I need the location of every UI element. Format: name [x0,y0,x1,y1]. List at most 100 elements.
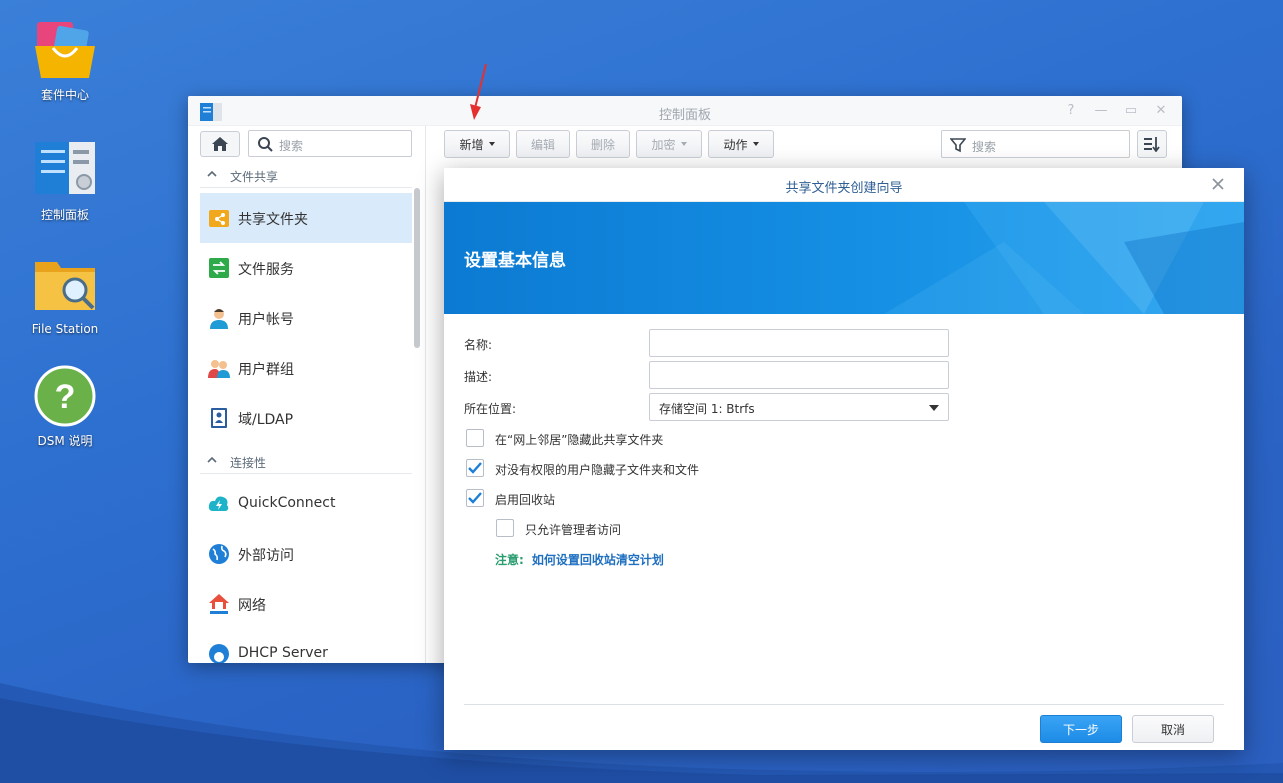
control-panel-titlebar[interactable]: 控制面板 ? — ▭ ✕ [188,96,1182,126]
edit-label: 编辑 [530,137,555,152]
desktop-icon-label: File Station [31,322,99,336]
svg-text:?: ? [55,378,76,416]
sidebar-item-user[interactable]: 用户帐号 [200,293,412,343]
action-button[interactable]: 动作 [708,130,774,158]
sidebar-item-label: 外部访问 [238,548,294,564]
footer-divider [464,704,1224,705]
control-panel-icon [33,138,97,202]
sidebar-item-external-access[interactable]: 外部访问 [200,529,412,579]
wizard-banner: 设置基本信息 [444,202,1244,314]
location-label: 所在位置: [464,402,517,416]
delete-label: 删除 [590,137,615,152]
user-icon [210,309,228,329]
sidebar-item-label: DHCP Server [238,645,328,661]
option-label: 启用回收站 [495,493,556,507]
recycle-bin-note: 注意: 如何设置回收站清空计划 [495,551,664,568]
filter-icon [950,138,966,153]
sidebar-item-group[interactable]: 用户群组 [200,343,412,393]
sidebar-item-domain-ldap[interactable]: 域/LDAP [200,393,412,443]
desktop-icon-file-station[interactable]: File Station [15,254,115,336]
checkbox[interactable] [466,489,484,507]
dropdown-arrow-icon [929,405,939,411]
sidebar-item-dhcp-server[interactable]: DHCP Server [200,629,412,663]
section-label: 连接性 [230,456,267,470]
toolbar-search-input[interactable]: 搜索 [941,130,1130,158]
sidebar-item-label: 共享文件夹 [238,212,308,228]
location-value: 存储空间 1: Btrfs [659,402,755,416]
desktop-icon-package-center[interactable]: 套件中心 [15,18,115,103]
checkbox[interactable] [466,459,484,477]
help-button[interactable]: ? [1064,103,1078,118]
minimize-button[interactable]: — [1094,103,1108,118]
caret-down-icon [752,142,759,146]
window-title: 控制面板 [658,108,711,123]
action-label: 动作 [723,137,748,152]
desktop-icon-label: 套件中心 [40,88,89,102]
close-icon[interactable] [1210,176,1226,192]
delete-button[interactable]: 删除 [576,130,630,158]
checkmark-icon [468,492,482,504]
shared-folder-wizard-dialog: 共享文件夹创建向导 设置基本信息 名称: 描述: 所在位置: 存储空间 1: B… [444,168,1244,750]
next-button[interactable]: 下一步 [1040,715,1122,743]
sort-button[interactable] [1137,130,1167,158]
search-icon [258,137,273,152]
sidebar-item-label: 域/LDAP [238,412,294,428]
shared-folder-icon [209,210,229,227]
desktop-icon-control-panel[interactable]: 控制面板 [15,138,115,223]
note-key: 注意: [495,553,524,567]
sidebar-item-quickconnect[interactable]: QuickConnect [200,479,412,529]
encrypt-label: 加密 [651,137,676,152]
description-field[interactable] [649,361,949,389]
caret-down-icon [680,142,687,146]
sidebar-search-input[interactable]: 搜索 [248,130,412,157]
sidebar-item-file-services[interactable]: 文件服务 [200,243,412,293]
option-label: 对没有权限的用户隐藏子文件夹和文件 [495,463,700,477]
cancel-button[interactable]: 取消 [1132,715,1214,743]
desktop-icon-dsm-help[interactable]: ? DSM 说明 [15,364,115,449]
sidebar-item-label: 网络 [238,598,266,614]
chevron-up-icon [207,456,217,463]
checkbox[interactable] [496,519,514,537]
group-icon [208,360,230,378]
sidebar-item-shared-folder[interactable]: 共享文件夹 [200,193,412,243]
sort-icon [1144,137,1160,152]
desktop-icon-label: DSM 说明 [37,434,93,448]
section-file-sharing[interactable]: 文件共享 [200,164,412,188]
home-button[interactable] [200,131,240,157]
section-connectivity[interactable]: 连接性 [200,450,412,474]
wizard-titlebar[interactable]: 共享文件夹创建向导 [444,168,1244,202]
sidebar-item-network[interactable]: 网络 [200,579,412,629]
description-label: 描述: [464,370,493,384]
sidebar-item-label: QuickConnect [238,495,336,511]
sidebar-item-label: 用户群组 [238,362,294,378]
close-button[interactable]: ✕ [1154,103,1168,118]
edit-button[interactable]: 编辑 [516,130,570,158]
sidebar-item-label: 用户帐号 [238,312,294,328]
location-select[interactable]: 存储空间 1: Btrfs [649,393,949,421]
name-label: 名称: [464,338,493,352]
sidebar-scrollbar[interactable] [414,188,420,348]
checkmark-icon [468,462,482,474]
create-button[interactable]: 新增 [444,130,510,158]
name-field[interactable] [649,329,949,357]
wizard-step-title: 设置基本信息 [464,251,566,271]
option-label: 只允许管理者访问 [525,523,622,537]
control-panel-toolbar: 新增 编辑 删除 加密 动作 搜索 [444,130,1168,158]
encrypt-button[interactable]: 加密 [636,130,702,158]
quickconnect-icon [208,496,229,511]
maximize-button[interactable]: ▭ [1124,103,1138,118]
section-label: 文件共享 [230,170,279,184]
annotation-arrow-icon [470,63,487,120]
sidebar-item-label: 文件服务 [238,262,294,278]
option-label: 在“网上邻居”隐藏此共享文件夹 [495,433,664,447]
wizard-title: 共享文件夹创建向导 [785,181,903,196]
help-icon: ? [33,364,97,428]
external-access-icon [209,544,229,564]
search-placeholder: 搜索 [279,139,304,153]
search-placeholder: 搜索 [972,140,997,154]
control-panel-sidebar: 搜索 文件共享 共享文件夹 文件服务 用户帐号 用户群组 域/LDAP 连接性 … [188,126,426,663]
caret-down-icon [488,142,495,146]
recycle-bin-schedule-link[interactable]: 如何设置回收站清空计划 [532,553,664,567]
create-label: 新增 [459,137,484,152]
checkbox[interactable] [466,429,484,447]
